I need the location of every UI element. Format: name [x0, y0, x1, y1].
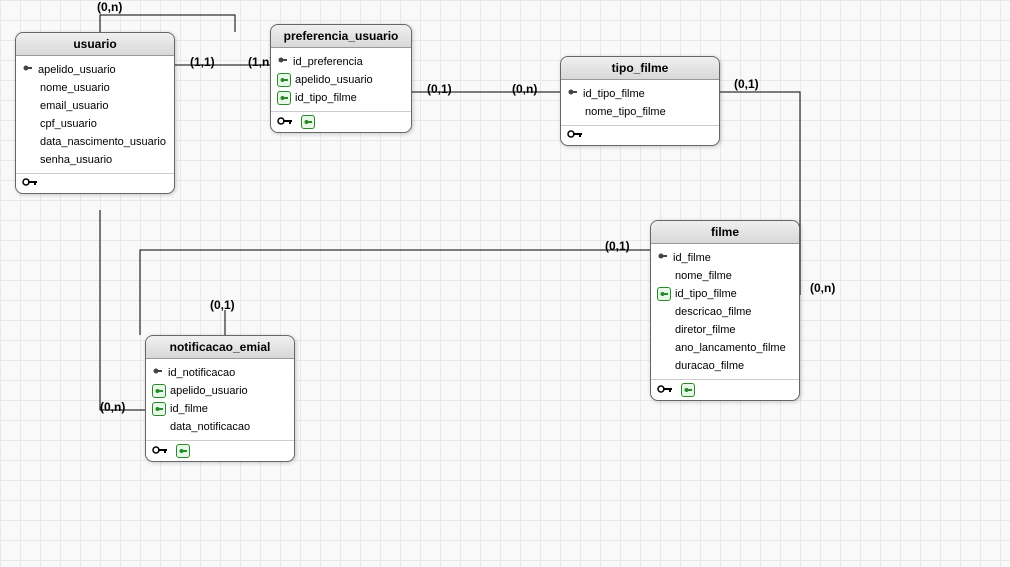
cardinality-label: (0,1) — [425, 82, 454, 96]
cardinality-label: (0,1) — [208, 298, 237, 312]
attr-row: id_preferencia — [277, 52, 405, 71]
attr-row: apelido_usuario — [152, 382, 288, 400]
attr-label: id_tipo_filme — [295, 92, 357, 104]
entity-body: id_notificacao apelido_usuario id_filme … — [146, 359, 294, 440]
attr-label: apelido_usuario — [170, 385, 248, 397]
entity-title: preferencia_usuario — [271, 25, 411, 48]
attr-label: senha_usuario — [40, 154, 112, 166]
attr-row: apelido_usuario — [277, 71, 405, 89]
attr-label: data_notificacao — [170, 421, 250, 433]
fk-green-icon — [176, 444, 190, 458]
attr-label: diretor_filme — [675, 324, 736, 336]
attr-row: id_tipo_filme — [657, 285, 793, 303]
attr-row: data_nascimento_usuario — [22, 133, 168, 151]
attr-row: ano_lancamento_filme — [657, 339, 793, 357]
attr-row: id_filme — [657, 248, 793, 267]
entity-title: usuario — [16, 33, 174, 56]
key-icon — [22, 177, 40, 190]
fk-icon — [277, 91, 291, 105]
attr-label: email_usuario — [40, 100, 108, 112]
entity-body: id_tipo_filme nome_tipo_filme — [561, 80, 719, 125]
entity-title: tipo_filme — [561, 57, 719, 80]
fk-icon — [657, 287, 671, 301]
cardinality-label: (0,n) — [95, 0, 124, 14]
entity-footer — [651, 379, 799, 400]
entity-usuario[interactable]: usuario apelido_usuario nome_usuario ema… — [15, 32, 175, 194]
fk-green-icon — [681, 383, 695, 397]
entity-filme[interactable]: filme id_filme nome_filme id_tipo_filme … — [650, 220, 800, 401]
attr-row: nome_tipo_filme — [567, 103, 713, 121]
attr-row: id_tipo_filme — [567, 84, 713, 103]
cardinality-label: (0,n) — [510, 82, 539, 96]
entity-body: apelido_usuario nome_usuario email_usuar… — [16, 56, 174, 173]
fk-icon — [277, 73, 291, 87]
entity-footer — [271, 111, 411, 132]
fk-icon — [152, 402, 166, 416]
attr-row: nome_usuario — [22, 79, 168, 97]
entity-footer — [16, 173, 174, 193]
pk-icon — [22, 62, 34, 77]
attr-label: data_nascimento_usuario — [40, 136, 166, 148]
entity-footer — [146, 440, 294, 461]
cardinality-label: (1,1) — [188, 55, 217, 69]
attr-row: duracao_filme — [657, 357, 793, 375]
entity-title: notificacao_emial — [146, 336, 294, 359]
attr-row: data_notificacao — [152, 418, 288, 436]
attr-label: id_filme — [170, 403, 208, 415]
pk-icon — [277, 54, 289, 69]
entity-body: id_preferencia apelido_usuario id_tipo_f… — [271, 48, 411, 111]
attr-row: email_usuario — [22, 97, 168, 115]
attr-label: descricao_filme — [675, 306, 751, 318]
fk-icon — [152, 384, 166, 398]
attr-label: nome_usuario — [40, 82, 110, 94]
attr-label: duracao_filme — [675, 360, 744, 372]
attr-label: cpf_usuario — [40, 118, 97, 130]
pk-icon — [152, 365, 164, 380]
attr-row: apelido_usuario — [22, 60, 168, 79]
cardinality-label: (0,n) — [98, 400, 127, 414]
attr-row: id_notificacao — [152, 363, 288, 382]
key-icon — [152, 445, 170, 458]
entity-tipo-filme[interactable]: tipo_filme id_tipo_filme nome_tipo_filme — [560, 56, 720, 146]
entity-body: id_filme nome_filme id_tipo_filme descri… — [651, 244, 799, 379]
key-icon — [277, 116, 295, 129]
attr-label: id_filme — [673, 252, 711, 264]
attr-row: cpf_usuario — [22, 115, 168, 133]
cardinality-label: (0,n) — [808, 281, 837, 295]
attr-row: nome_filme — [657, 267, 793, 285]
cardinality-label: (0,1) — [603, 239, 632, 253]
key-icon — [567, 129, 585, 142]
attr-label: apelido_usuario — [295, 74, 373, 86]
attr-label: nome_filme — [675, 270, 732, 282]
key-icon — [657, 384, 675, 397]
attr-row: descricao_filme — [657, 303, 793, 321]
entity-footer — [561, 125, 719, 145]
attr-label: nome_tipo_filme — [585, 106, 666, 118]
attr-label: id_tipo_filme — [675, 288, 737, 300]
attr-label: id_preferencia — [293, 56, 363, 68]
attr-label: id_notificacao — [168, 367, 235, 379]
fk-green-icon — [301, 115, 315, 129]
entity-preferencia-usuario[interactable]: preferencia_usuario id_preferencia apeli… — [270, 24, 412, 133]
entity-notificacao-emial[interactable]: notificacao_emial id_notificacao apelido… — [145, 335, 295, 462]
attr-label: ano_lancamento_filme — [675, 342, 786, 354]
attr-row: id_filme — [152, 400, 288, 418]
attr-label: id_tipo_filme — [583, 88, 645, 100]
entity-title: filme — [651, 221, 799, 244]
attr-row: senha_usuario — [22, 151, 168, 169]
pk-icon — [657, 250, 669, 265]
pk-icon — [567, 86, 579, 101]
cardinality-label: (0,1) — [732, 77, 761, 91]
attr-label: apelido_usuario — [38, 64, 116, 76]
attr-row: id_tipo_filme — [277, 89, 405, 107]
attr-row: diretor_filme — [657, 321, 793, 339]
